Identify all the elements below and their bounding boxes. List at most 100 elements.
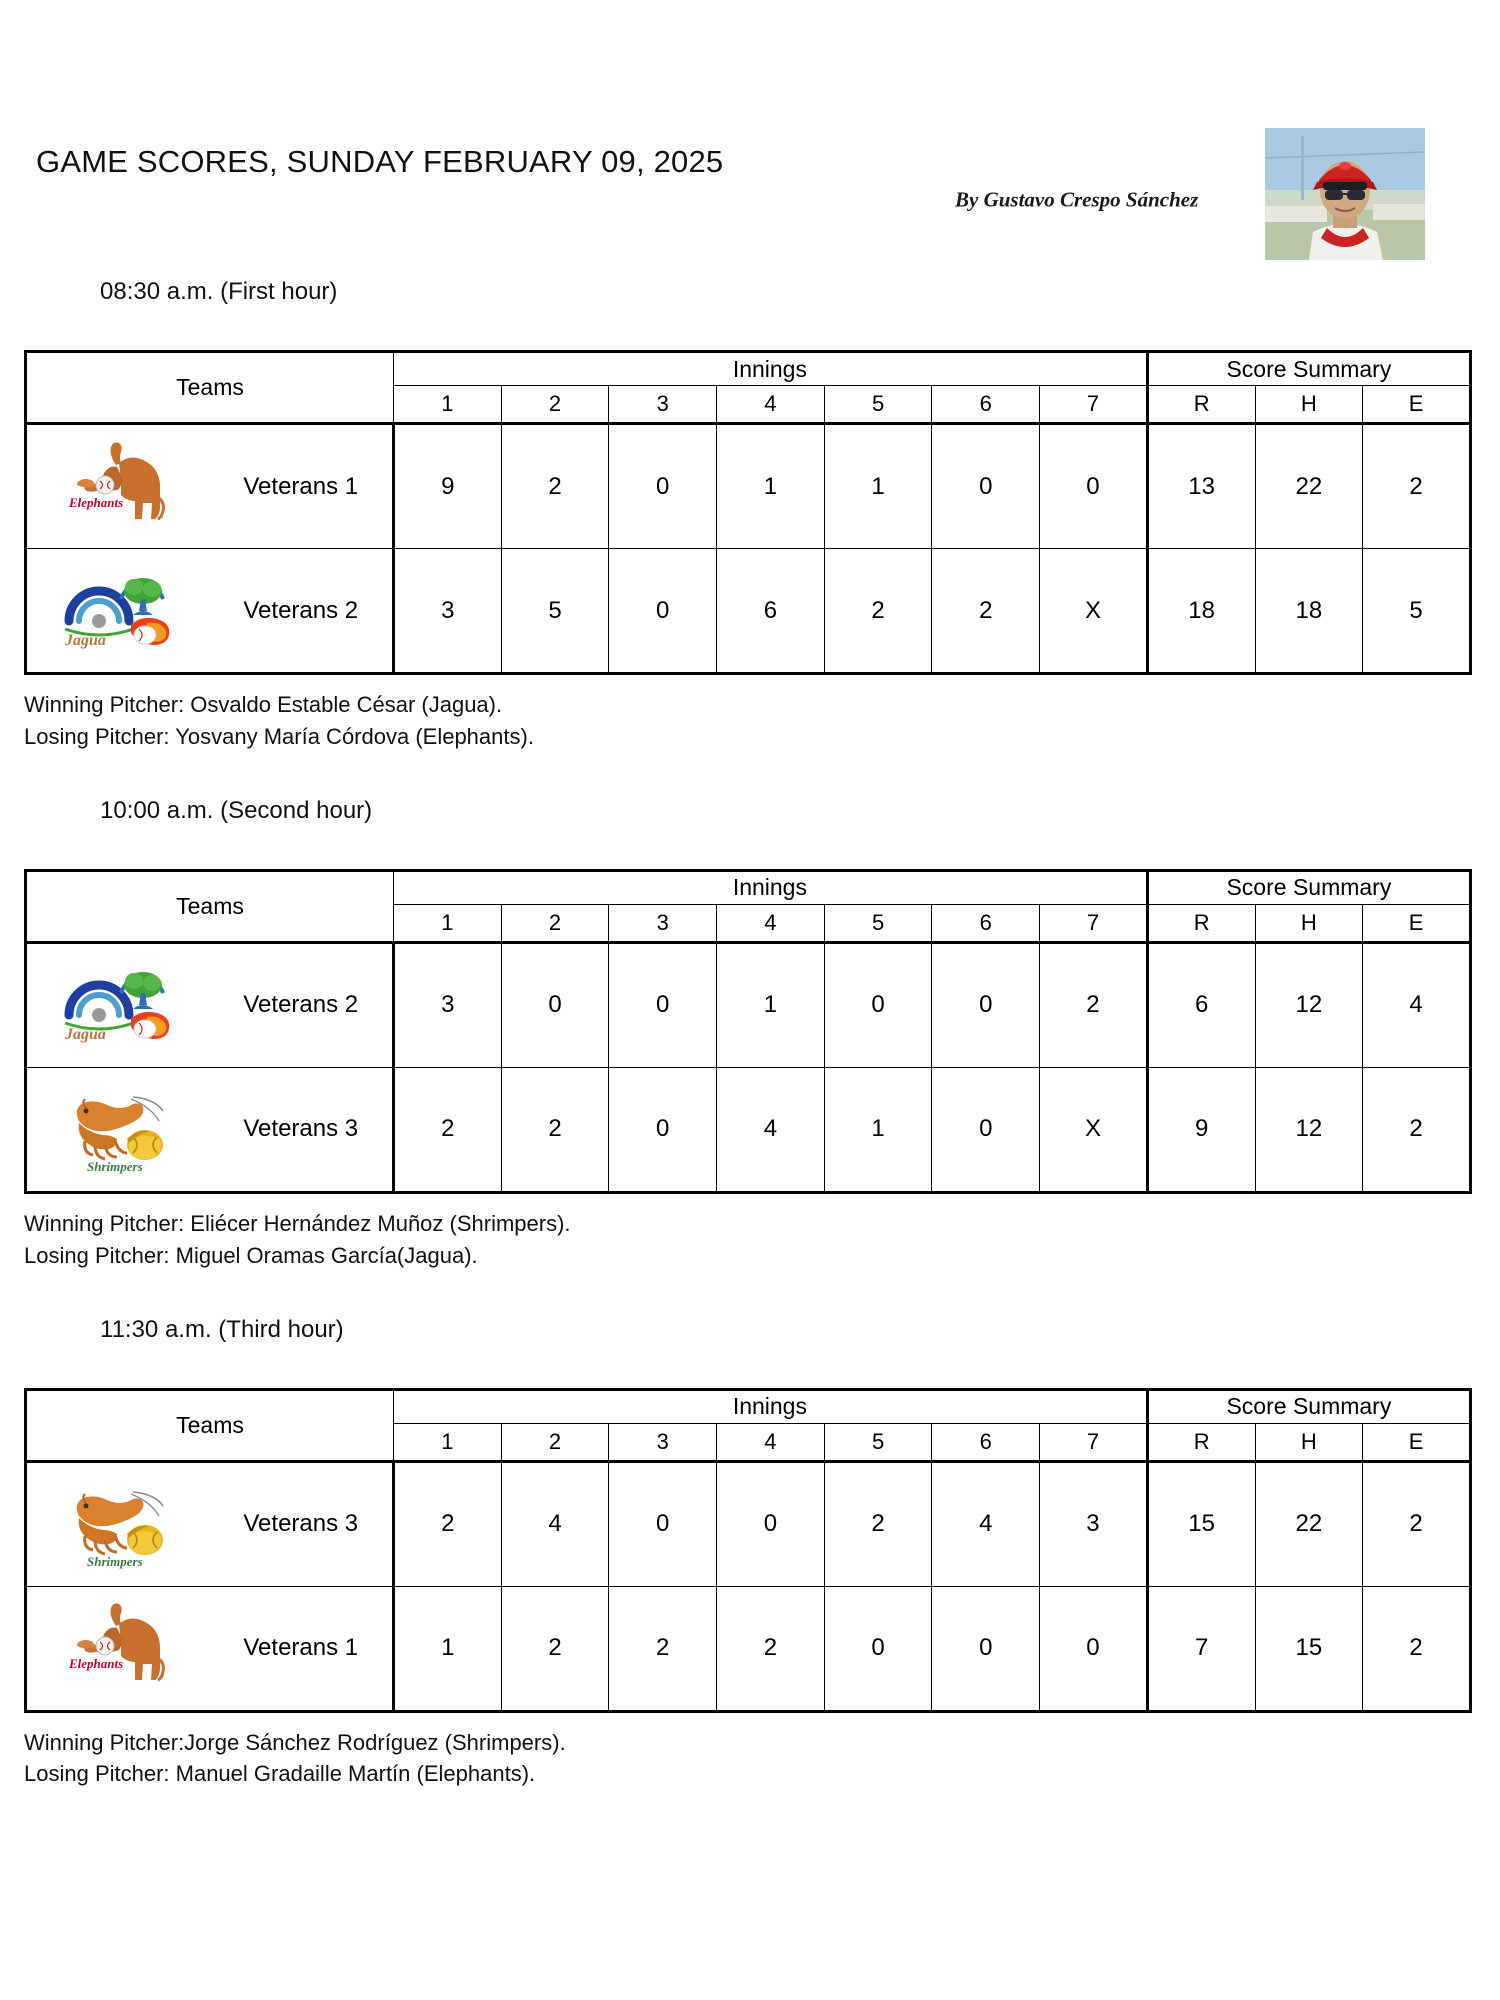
team-name: Veterans 2 [209, 941, 395, 1068]
errors-value: 2 [1362, 1460, 1471, 1587]
inning-score: 4 [500, 1460, 610, 1587]
inning-score: 2 [608, 1585, 718, 1712]
game-section-3: 11:30 a.m. (Third hour) Teams Innings Sc… [0, 1316, 1500, 1791]
inning-score: 0 [823, 1585, 933, 1712]
errors-value: 2 [1362, 1066, 1471, 1193]
inning-score: 0 [823, 941, 933, 1068]
header-inning-6: 6 [931, 385, 1041, 425]
team-name: Veterans 3 [209, 1066, 395, 1193]
inning-score: 3 [393, 941, 502, 1068]
header-inning-4: 4 [716, 1422, 825, 1463]
inning-score: X [1039, 548, 1149, 674]
header-inning-1: 1 [393, 385, 502, 425]
header-inning-6: 6 [931, 903, 1041, 944]
inning-score: 2 [500, 1066, 610, 1193]
shrimpers-logo: Shrimpers [56, 1081, 180, 1177]
header-inning-7: 7 [1039, 1422, 1149, 1463]
hits-value: 22 [1254, 423, 1364, 549]
inning-score: 0 [1039, 423, 1149, 549]
inning-score: 0 [931, 423, 1041, 549]
inning-score: 0 [931, 1585, 1041, 1712]
header-inning-4: 4 [716, 385, 825, 425]
table-row: Jagua Veterans 2 3 0 0 1 0 0 2 6 12 4 [25, 941, 1471, 1068]
team-name: Veterans 1 [209, 423, 395, 549]
inning-score: 0 [608, 941, 718, 1068]
inning-score: 3 [393, 548, 502, 674]
team-name: Veterans 1 [209, 1585, 395, 1712]
hits-value: 12 [1254, 1066, 1364, 1193]
header-inning-1: 1 [393, 903, 502, 944]
inning-score: 0 [608, 548, 718, 674]
jagua-logo: Jagua [56, 957, 180, 1053]
header-teams: Teams [25, 351, 394, 425]
header-innings: Innings [393, 351, 1149, 386]
inning-score: 0 [608, 423, 718, 549]
team-logo-cell: Jagua [25, 941, 210, 1068]
svg-text:Elephants: Elephants [68, 495, 123, 510]
inning-score: 2 [823, 1460, 933, 1587]
header-inning-5: 5 [823, 385, 933, 425]
inning-score: 0 [608, 1460, 718, 1587]
inning-score: 3 [1039, 1460, 1149, 1587]
header-score-summary: Score Summary [1146, 870, 1472, 905]
score-table-1: Teams Innings Score Summary 1 2 3 4 5 6 … [24, 350, 1472, 675]
game-time-heading: 11:30 a.m. (Third hour) [100, 1315, 344, 1343]
header-errors: E [1362, 385, 1471, 425]
pitcher-notes: Winning Pitcher: Osvaldo Estable César (… [24, 689, 1500, 753]
header-inning-2: 2 [500, 385, 610, 425]
table-row: Elephants Veterans 1 9 2 0 1 1 0 0 13 22… [25, 423, 1471, 549]
inning-score: 1 [716, 941, 825, 1068]
header-inning-5: 5 [823, 1422, 933, 1463]
inning-score: 2 [500, 423, 610, 549]
winning-pitcher-line: Winning Pitcher: Eliécer Hernández Muñoz… [24, 1210, 571, 1236]
inning-score: 2 [500, 1585, 610, 1712]
inning-score: 9 [393, 423, 502, 549]
team-logo-cell: Elephants [25, 423, 210, 549]
score-table-2: Teams Innings Score Summary 1 2 3 4 5 6 … [24, 868, 1472, 1194]
inning-score: 2 [823, 548, 933, 674]
inning-score: 2 [393, 1066, 502, 1193]
inning-score: 1 [823, 1066, 933, 1193]
document-page: GAME SCORES, SUNDAY FEBRUARY 09, 2025 By… [0, 0, 1500, 2000]
header-inning-2: 2 [500, 903, 610, 944]
inning-score: 1 [823, 423, 933, 549]
pitcher-notes: Winning Pitcher: Eliécer Hernández Muñoz… [24, 1208, 1500, 1272]
header-innings: Innings [393, 1389, 1149, 1424]
jagua-logo: Jagua [56, 563, 180, 659]
runs-value: 9 [1146, 1066, 1256, 1193]
losing-pitcher-line: Losing Pitcher: Manuel Gradaille Martín … [24, 1761, 536, 1787]
runs-value: 6 [1146, 941, 1256, 1068]
elephants-logo: Elephants [56, 439, 180, 535]
runs-value: 13 [1146, 423, 1256, 549]
svg-text:Jagua: Jagua [64, 1026, 106, 1043]
inning-score: 2 [716, 1585, 825, 1712]
score-table-3: Teams Innings Score Summary 1 2 3 4 5 6 … [24, 1387, 1472, 1713]
shrimpers-logo: Shrimpers [56, 1476, 180, 1572]
header-hits: H [1254, 385, 1364, 425]
header-score-summary: Score Summary [1146, 351, 1472, 386]
runs-value: 7 [1146, 1585, 1256, 1712]
author-byline: By Gustavo Crespo Sánchez [955, 187, 1199, 212]
game-section-1: 08:30 a.m. (First hour) Teams Innings Sc… [0, 278, 1500, 753]
losing-pitcher-line: Losing Pitcher: Miguel Oramas García(Jag… [24, 1242, 478, 1268]
table-row: Elephants Veterans 1 1 2 2 2 0 0 0 7 15 … [25, 1585, 1471, 1712]
winning-pitcher-line: Winning Pitcher:Jorge Sánchez Rodríguez … [24, 1729, 566, 1755]
table-row: Jagua Veterans 2 3 5 0 6 2 2 X 18 18 5 [25, 548, 1471, 674]
team-logo-cell: Shrimpers [25, 1460, 210, 1587]
inning-score: 6 [716, 548, 825, 674]
inning-score: 0 [608, 1066, 718, 1193]
inning-score: 0 [500, 941, 610, 1068]
pitcher-notes: Winning Pitcher:Jorge Sánchez Rodríguez … [24, 1727, 1500, 1791]
header-inning-4: 4 [716, 903, 825, 944]
header-inning-7: 7 [1039, 385, 1149, 425]
page-title: GAME SCORES, SUNDAY FEBRUARY 09, 2025 [36, 144, 724, 179]
table-row: Shrimpers Veterans 3 2 4 0 0 2 4 3 15 22… [25, 1460, 1471, 1587]
inning-score: 0 [931, 1066, 1041, 1193]
table-header: Teams Innings Score Summary 1 2 3 4 5 6 … [25, 1389, 1472, 1463]
header-errors: E [1362, 1422, 1471, 1463]
errors-value: 4 [1362, 941, 1471, 1068]
team-name: Veterans 2 [209, 548, 395, 674]
team-logo-cell: Jagua [25, 548, 210, 674]
header-inning-1: 1 [393, 1422, 502, 1463]
table-row: Shrimpers Veterans 3 2 2 0 4 1 0 X 9 12 … [25, 1066, 1471, 1193]
